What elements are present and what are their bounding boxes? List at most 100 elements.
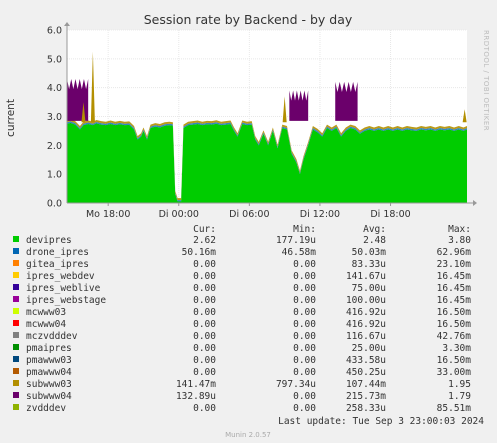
legend-swatch — [13, 332, 19, 338]
legend-value-min: 0.00 — [293, 331, 316, 342]
legend-value-min: 0.00 — [293, 259, 316, 270]
x-tick-label: Di 06:00 — [229, 209, 269, 220]
legend-series-name: ipres_weblive — [26, 283, 101, 294]
legend-value-cur: 0.00 — [193, 343, 216, 354]
legend-value-avg: 107.44m — [346, 379, 386, 390]
legend-swatch — [13, 392, 19, 398]
legend-swatch — [13, 236, 19, 242]
x-tick-label: Mo 18:00 — [86, 209, 130, 220]
legend-value-cur: 132.89u — [176, 391, 216, 402]
legend-value-cur: 0.00 — [193, 283, 216, 294]
legend-value-cur: 0.00 — [193, 271, 216, 282]
legend-value-min: 797.34u — [276, 379, 316, 390]
legend-value-max: 16.45m — [437, 271, 472, 282]
legend-swatch — [13, 272, 19, 278]
y-tick-label: 2.0 — [47, 141, 62, 152]
legend-value-avg: 215.73m — [346, 391, 386, 402]
legend-swatch — [13, 380, 19, 386]
legend-value-avg: 258.33u — [346, 403, 386, 414]
legend-value-max: 42.76m — [437, 331, 472, 342]
legend-value-avg: 100.00u — [346, 295, 386, 306]
legend-value-avg: 83.33u — [352, 259, 386, 270]
legend-value-max: 33.00m — [437, 367, 472, 378]
y-tick-label: 6.0 — [47, 26, 62, 37]
legend-swatch — [13, 284, 19, 290]
legend-header-max: Max: — [448, 224, 471, 235]
legend-value-max: 1.79 — [448, 391, 471, 402]
legend-value-avg: 141.67u — [346, 271, 386, 282]
legend-series-name: pmawww03 — [26, 355, 72, 366]
legend-swatch — [13, 368, 19, 374]
legend-swatch — [13, 248, 19, 254]
legend-swatch — [13, 260, 19, 266]
legend-value-avg: 450.25u — [346, 367, 386, 378]
y-tick-label: 4.0 — [47, 83, 62, 94]
chart-root: Session rate by Backend - by day current… — [0, 0, 497, 443]
legend-header-cur: Cur: — [193, 224, 216, 235]
legend-swatch — [13, 308, 19, 314]
legend-value-avg: 433.58u — [346, 355, 386, 366]
legend-value-min: 0.00 — [293, 319, 316, 330]
legend-series-name: gitea_ipres — [26, 259, 89, 270]
legend-value-cur: 0.00 — [193, 307, 216, 318]
chart-svg: Session rate by Backend - by day current… — [0, 0, 497, 443]
legend-value-avg: 116.67u — [346, 331, 386, 342]
legend-value-max: 3.80 — [448, 235, 471, 246]
legend-value-cur: 141.47m — [176, 379, 216, 390]
chart-title: Session rate by Backend - by day — [144, 12, 353, 27]
legend-series-name: mcwww04 — [26, 319, 66, 330]
munin-version: Munin 2.0.57 — [225, 431, 271, 439]
legend-value-min: 0.00 — [293, 307, 316, 318]
rrdtool-watermark: RRDTOOL / TOBI OETIKER — [482, 30, 490, 131]
legend-value-max: 16.50m — [437, 319, 472, 330]
legend-swatch — [13, 296, 19, 302]
legend-series-name: mczvdddev — [26, 331, 78, 342]
legend-series-name: mcwww03 — [26, 307, 66, 318]
legend-value-cur: 0.00 — [193, 259, 216, 270]
legend-value-min: 0.00 — [293, 295, 316, 306]
legend-series-name: subwww04 — [26, 391, 72, 402]
legend-value-min: 0.00 — [293, 343, 316, 354]
legend-value-max: 1.95 — [448, 379, 471, 390]
legend-value-min: 0.00 — [293, 403, 316, 414]
legend-series-name: pmawww04 — [26, 367, 72, 378]
legend-value-avg: 416.92u — [346, 319, 386, 330]
legend-series-name: ipres_webdev — [26, 271, 95, 282]
legend-value-avg: 2.48 — [363, 235, 386, 246]
legend-value-cur: 0.00 — [193, 331, 216, 342]
legend-value-max: 16.50m — [437, 307, 472, 318]
y-tick-label: 1.0 — [47, 170, 62, 181]
legend-value-max: 16.50m — [437, 355, 472, 366]
legend-value-cur: 0.00 — [193, 403, 216, 414]
legend-header-avg: Avg: — [363, 224, 386, 235]
legend-series-name: devipres — [26, 235, 72, 246]
legend-value-cur: 0.00 — [193, 295, 216, 306]
legend-value-cur: 50.16m — [182, 247, 217, 258]
legend-value-max: 16.45m — [437, 283, 472, 294]
legend-series-name: subwww03 — [26, 379, 72, 390]
legend-value-avg: 25.00u — [352, 343, 386, 354]
legend-value-max: 62.96m — [437, 247, 472, 258]
legend-value-max: 16.45m — [437, 295, 472, 306]
legend-value-avg: 75.00u — [352, 283, 386, 294]
legend-value-min: 177.19u — [276, 235, 316, 246]
legend-swatch — [13, 404, 19, 410]
x-tick-label: Di 12:00 — [300, 209, 340, 220]
legend-swatch — [13, 356, 19, 362]
legend-value-cur: 0.00 — [193, 355, 216, 366]
legend-value-max: 3.30m — [442, 343, 471, 354]
y-tick-label: 0.0 — [47, 199, 62, 210]
legend-value-max: 85.51m — [437, 403, 472, 414]
y-axis-label: current — [5, 99, 17, 137]
legend-value-avg: 50.03m — [352, 247, 387, 258]
legend-series-name: drone_ipres — [26, 247, 89, 258]
legend-value-min: 0.00 — [293, 283, 316, 294]
legend-value-avg: 416.92u — [346, 307, 386, 318]
legend-value-min: 0.00 — [293, 271, 316, 282]
legend-value-cur: 0.00 — [193, 367, 216, 378]
legend-series-name: ipres_webstage — [26, 295, 106, 306]
legend-series-name: pmaipres — [26, 343, 72, 354]
legend-value-cur: 2.62 — [193, 235, 216, 246]
legend-value-min: 46.58m — [282, 247, 317, 258]
legend-value-cur: 0.00 — [193, 319, 216, 330]
